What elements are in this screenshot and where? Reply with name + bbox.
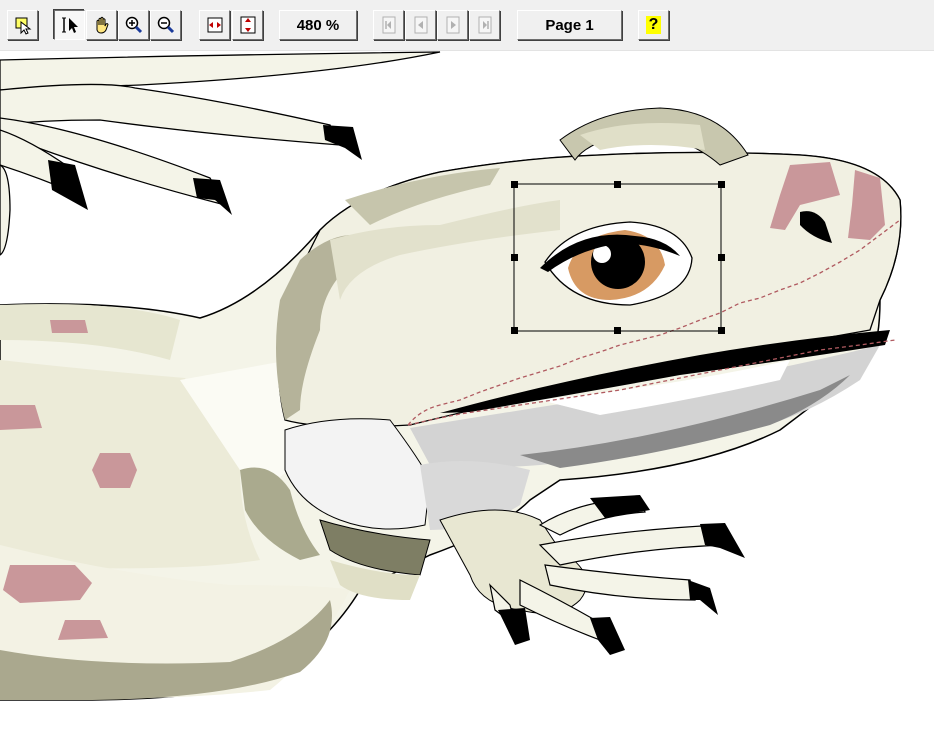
select-object-icon bbox=[15, 17, 31, 35]
hand-tool-icon bbox=[96, 16, 109, 34]
zoom-out-button[interactable] bbox=[150, 10, 181, 40]
zoom-level-button[interactable]: 480 % bbox=[279, 10, 357, 40]
previous-page-button[interactable] bbox=[405, 10, 436, 40]
help-button[interactable]: ? bbox=[638, 10, 669, 40]
pointer-tool-icon bbox=[61, 17, 78, 33]
hand-tool-button[interactable] bbox=[86, 10, 117, 40]
fit-height-button[interactable] bbox=[232, 10, 263, 40]
page-label: Page 1 bbox=[545, 16, 594, 34]
pointer-tool-button[interactable] bbox=[54, 10, 85, 40]
zoom-in-icon bbox=[125, 16, 142, 34]
document-canvas[interactable] bbox=[0, 51, 934, 752]
fit-width-icon bbox=[207, 17, 222, 33]
toolbar: 480 % Page 1 ? bbox=[0, 0, 934, 51]
next-page-button[interactable] bbox=[437, 10, 468, 40]
zoom-level-label: 480 % bbox=[296, 16, 340, 34]
zoom-in-button[interactable] bbox=[118, 10, 149, 40]
next-page-icon bbox=[446, 16, 459, 34]
fit-height-icon bbox=[240, 16, 255, 34]
first-page-button[interactable] bbox=[373, 10, 404, 40]
first-page-icon bbox=[382, 16, 395, 34]
zoom-out-icon bbox=[157, 16, 174, 34]
fit-width-button[interactable] bbox=[199, 10, 230, 40]
last-page-icon bbox=[478, 16, 491, 34]
select-object-button[interactable] bbox=[7, 10, 38, 40]
previous-page-icon bbox=[414, 16, 427, 34]
help-icon: ? bbox=[645, 16, 662, 34]
last-page-button[interactable] bbox=[469, 10, 500, 40]
page-button[interactable]: Page 1 bbox=[517, 10, 622, 40]
lizard-illustration bbox=[0, 51, 902, 701]
